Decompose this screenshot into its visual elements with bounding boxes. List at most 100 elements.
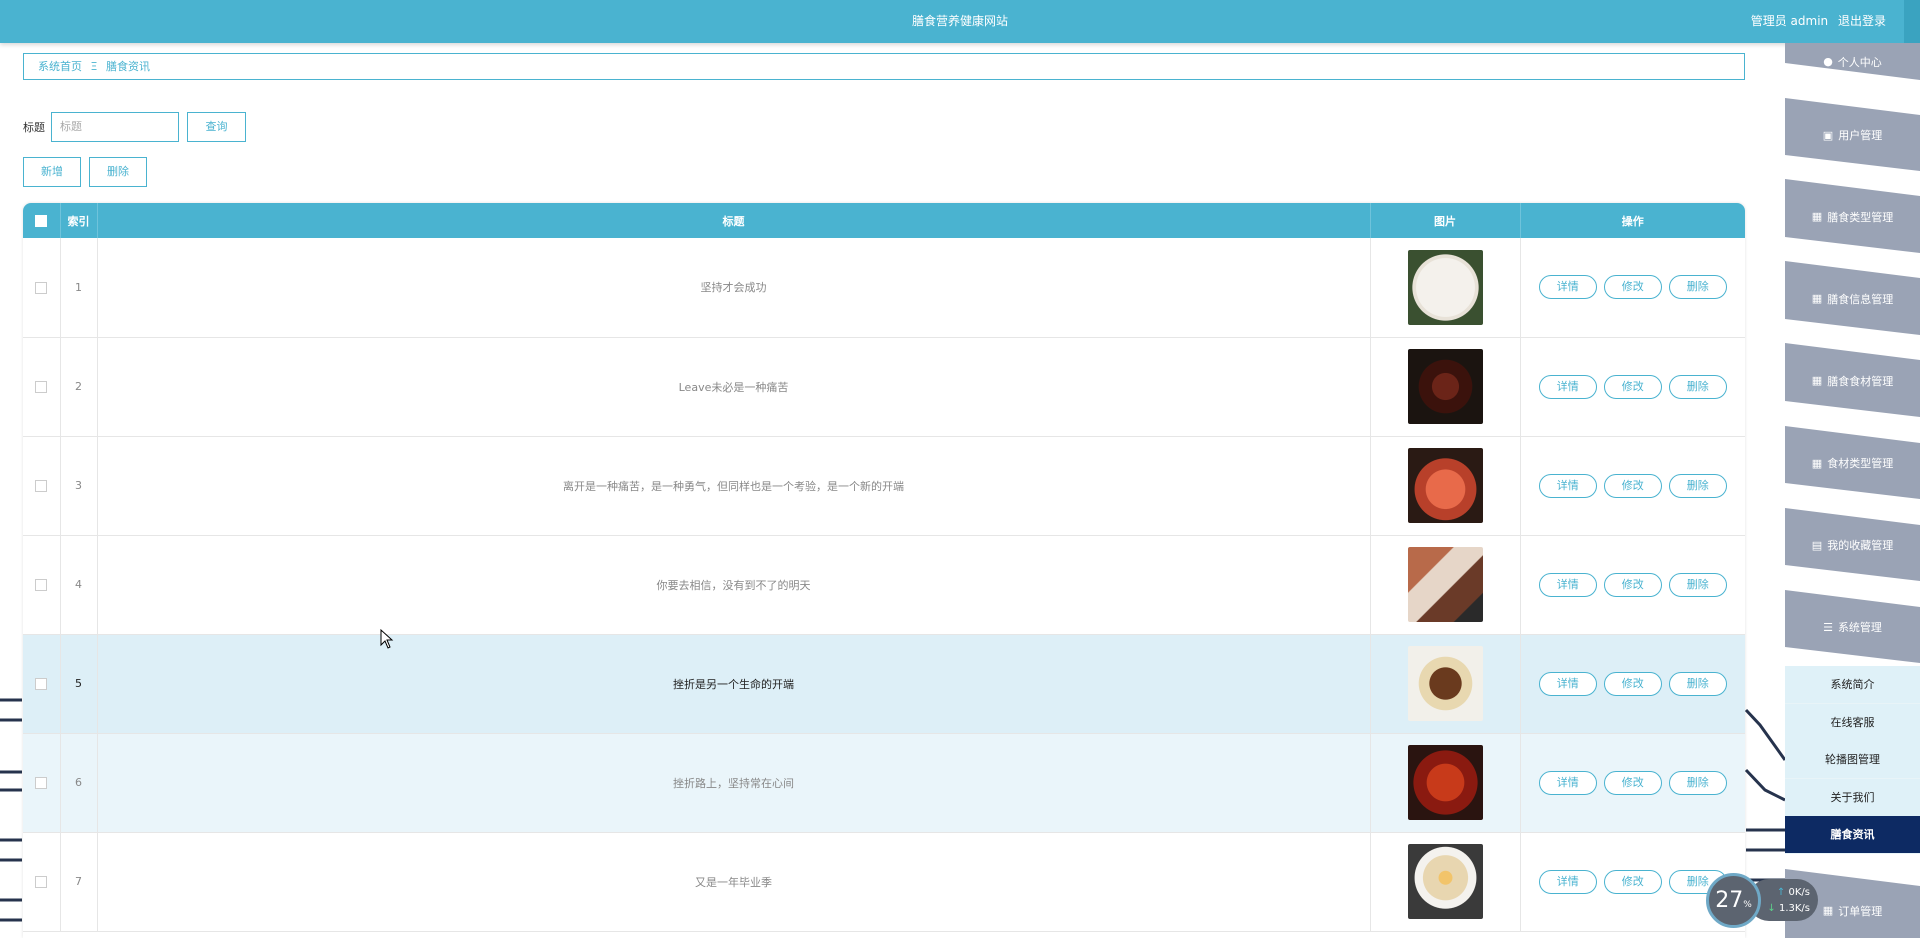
edit-button[interactable]: 修改 [1603,473,1662,498]
sidebar-subitem[interactable]: 系统简介 [1785,666,1920,704]
row-title: 你要去相信，没有到不了的明天 [97,535,1371,635]
download-speed: ↓ 1.3K/s [1767,903,1810,914]
briefcase-icon: ▣ [1822,128,1834,142]
row-checkbox[interactable] [35,480,48,492]
row-checkbox[interactable] [35,281,48,294]
row-index: 3 [60,436,98,536]
row-checkbox[interactable] [35,777,48,789]
row-image-cell [1370,634,1521,734]
row-ops-cell: 详情 修改 删除 [1520,436,1745,536]
row-index: 5 [60,634,98,734]
sidebar-item-5[interactable]: ▦ 膳食食材管理 [1785,352,1920,409]
delete-button[interactable]: 删除 [1668,770,1727,795]
row-checkbox[interactable] [35,579,48,591]
food-thumbnail-image [1407,646,1483,721]
delete-button[interactable]: 删除 [1668,473,1727,498]
delete-button[interactable]: 删除 [1668,671,1727,696]
table-row[interactable]: 7 又是一年毕业季 详情 修改 删除 [23,832,1745,932]
site-title: 膳食营养健康网站 [911,14,1008,28]
edit-button[interactable]: 修改 [1603,275,1662,300]
row-index: 7 [60,832,98,932]
sidebar-item-2[interactable]: ▣ 用户管理 [1785,107,1920,163]
row-title: Leave未必是一种痛苦 [97,337,1371,437]
table-row[interactable]: 2 Leave未必是一种痛苦 详情 修改 删除 [23,337,1745,437]
table-header-row: 索引 标题 图片 操作 [23,203,1745,238]
detail-button[interactable]: 详情 [1538,671,1597,696]
edit-button[interactable]: 修改 [1603,374,1662,399]
right-sidebar: ● 个人中心 ▣ 用户管理 ▦ 膳食类型管理 ▦ 膳食信息管理 ▦ 膳食食材管理 ▦ 食材类型管理 ▤ 我… [1785,43,1920,938]
row-select-cell [23,733,61,833]
sidebar-item-1[interactable]: ● 个人中心 [1785,43,1920,80]
sidebar-item-7[interactable]: ▤ 我的收藏管理 [1785,517,1920,573]
delete-button[interactable]: 删除 [1668,572,1727,597]
upload-speed: ↑ 0K/s [1776,887,1810,898]
row-title: 又是一年毕业季 [97,832,1371,932]
detail-button[interactable]: 详情 [1538,275,1597,300]
top-header: 膳食营养健康网站 管理员 admin 退出登录 [0,0,1920,43]
mouse-cursor-icon [380,629,394,649]
grid-icon: ▦ [1811,456,1823,470]
row-checkbox[interactable] [35,381,48,393]
sidebar-item-label: 膳食信息管理 [1827,292,1894,306]
sidebar-item-3[interactable]: ▦ 膳食类型管理 [1785,188,1920,245]
sidebar-subitem[interactable]: 膳食资讯 [1785,816,1920,854]
edit-button[interactable]: 修改 [1603,572,1662,597]
detail-button[interactable]: 详情 [1538,869,1597,894]
detail-button[interactable]: 详情 [1538,374,1597,399]
table-row[interactable]: 4 你要去相信，没有到不了的明天 详情 修改 删除 [23,535,1745,635]
edit-button[interactable]: 修改 [1603,770,1662,795]
row-image-cell [1370,733,1521,833]
table-row[interactable]: 3 离开是一种痛苦，是一种勇气，但同样也是一个考验，是一个新的开端 详情 修改 … [23,436,1745,536]
sidebar-subitem[interactable]: 在线客服 [1785,703,1920,742]
breadcrumb-home[interactable]: 系统首页 [38,60,82,73]
person-icon: ● [1823,55,1833,68]
sidebar-item-4[interactable]: ▦ 膳食信息管理 [1785,270,1920,327]
select-all-cell [23,203,61,238]
row-select-cell [23,832,61,932]
table-row[interactable]: 6 挫折路上，坚持常在心间 详情 修改 删除 [23,733,1745,833]
row-image-cell [1370,238,1521,338]
edit-button[interactable]: 修改 [1603,671,1662,696]
row-ops-cell: 详情 修改 删除 [1520,337,1745,437]
detail-button[interactable]: 详情 [1538,572,1597,597]
row-ops-cell: 详情 修改 删除 [1520,535,1745,635]
row-index: 6 [60,733,98,833]
batch-delete-button[interactable]: 删除 [89,157,147,187]
row-ops-cell: 详情 修改 删除 [1520,238,1745,338]
header-ops: 操作 [1621,214,1644,228]
table-row[interactable]: 1 坚持才会成功 详情 修改 删除 [23,238,1745,338]
sidebar-item-label: 食材类型管理 [1827,457,1894,470]
detail-button[interactable]: 详情 [1538,473,1597,498]
title-search-input[interactable] [51,112,179,142]
detail-button[interactable]: 详情 [1538,770,1597,795]
row-ops-cell: 详情 修改 删除 [1520,733,1745,833]
food-thumbnail-image [1407,745,1483,820]
edit-button[interactable]: 修改 [1603,869,1662,894]
query-button[interactable]: 查询 [187,112,246,142]
food-thumbnail-image [1407,249,1483,325]
food-thumbnail-image [1407,349,1483,424]
sidebar-subitem[interactable]: 关于我们 [1785,778,1920,817]
header-title: 标题 [97,203,1371,238]
row-checkbox[interactable] [35,678,48,690]
delete-button[interactable]: 删除 [1668,374,1727,399]
sidebar-item-6[interactable]: ▦ 食材类型管理 [1785,435,1920,491]
sidebar-item-label: 系统管理 [1837,621,1882,634]
news-table: 索引 标题 图片 操作 1 坚持才会成功 详情 修改 删除 2 Leave未必是… [23,203,1745,938]
sidebar-item-label: 订单管理 [1838,904,1883,918]
row-image-cell [1370,337,1521,437]
row-select-cell [23,634,61,734]
row-title: 挫折是另一个生命的开端 [97,634,1371,734]
row-checkbox[interactable] [35,876,48,888]
sidebar-subitem[interactable]: 轮播图管理 [1785,741,1920,779]
action-bar: 新增 删除 [23,157,155,187]
logout-link[interactable]: 退出登录 [1838,14,1886,28]
row-ops-cell: 详情 修改 删除 [1520,634,1745,734]
delete-button[interactable]: 删除 [1668,275,1727,300]
cpu-percent-circle: 27% [1706,873,1761,928]
select-all-checkbox[interactable] [35,215,48,227]
row-index: 4 [60,535,98,635]
add-button[interactable]: 新增 [23,157,81,187]
table-row[interactable]: 5 挫折是另一个生命的开端 详情 修改 删除 [23,634,1745,734]
sidebar-item-8[interactable]: ☰ 系统管理 [1785,599,1920,655]
